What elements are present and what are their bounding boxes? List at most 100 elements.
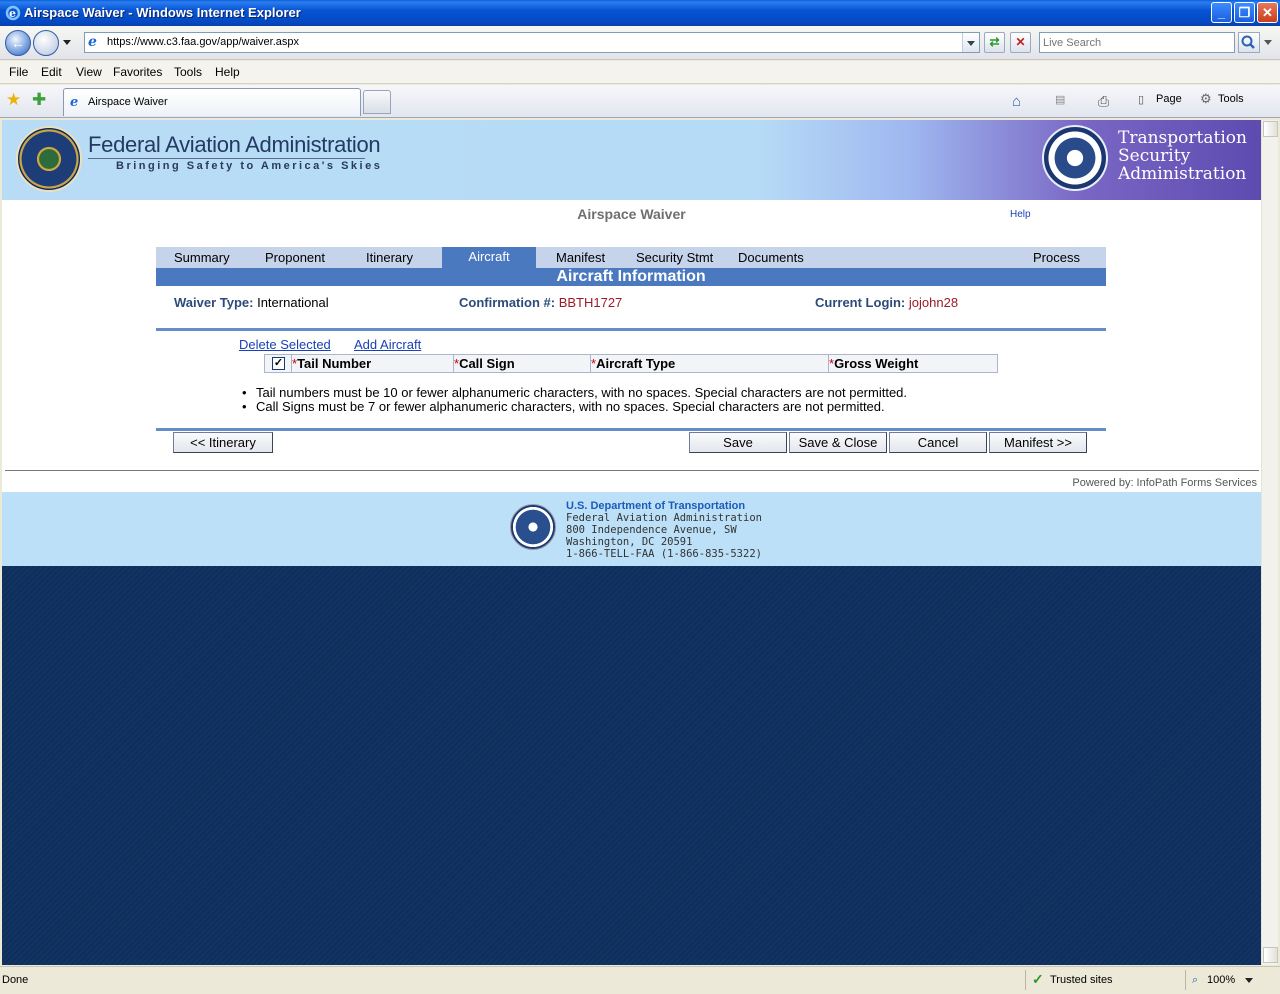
form-tab-strip: Summary Proponent Itinerary Aircraft Man…: [156, 247, 1106, 268]
waiver-type-value: International: [257, 295, 329, 310]
menu-view[interactable]: View: [76, 65, 102, 79]
search-button[interactable]: [1238, 32, 1260, 53]
dot-line-2: 800 Independence Avenue, SW: [566, 524, 737, 536]
header-banner: Federal Aviation Administration Bringing…: [2, 120, 1261, 200]
divider-top: [156, 328, 1106, 331]
search-input[interactable]: [1040, 33, 1234, 52]
tab-proponent[interactable]: Proponent: [265, 250, 325, 265]
maximize-button[interactable]: ❐: [1234, 2, 1255, 23]
url-dropdown-icon[interactable]: [962, 33, 979, 52]
ie-app-icon: e: [5, 5, 21, 21]
prev-itinerary-button[interactable]: << Itinerary: [173, 432, 273, 453]
faa-name: Federal Aviation Administration: [88, 132, 381, 157]
add-favorite-icon[interactable]: ✚: [32, 90, 46, 110]
status-divider: [1025, 970, 1026, 990]
select-all-cell: ✓: [265, 355, 292, 372]
tab-documents[interactable]: Documents: [738, 250, 804, 265]
address-bar[interactable]: e https://www.c3.faa.gov/app/waiver.aspx: [84, 32, 980, 53]
save-button[interactable]: Save: [689, 432, 787, 453]
menu-bar: File Edit View Favorites Tools Help: [0, 61, 1280, 84]
print-icon[interactable]: ⎙: [1098, 93, 1109, 110]
page-icon: e: [88, 34, 97, 50]
tab-process[interactable]: Process: [1033, 250, 1080, 265]
dot-org-link[interactable]: U.S. Department of Transportation: [566, 500, 762, 512]
tab-aircraft[interactable]: Aircraft: [442, 247, 536, 268]
tsa-name: Transportation Security Administration: [1118, 129, 1247, 183]
tab-itinerary[interactable]: Itinerary: [366, 250, 413, 265]
next-manifest-button[interactable]: Manifest >>: [989, 432, 1087, 453]
scroll-down-arrow[interactable]: [1263, 947, 1278, 963]
search-icon: [1241, 35, 1255, 49]
url-text[interactable]: https://www.c3.faa.gov/app/waiver.aspx: [107, 36, 299, 48]
menu-tools[interactable]: Tools: [174, 65, 202, 79]
dot-address: U.S. Department of Transportation Federa…: [566, 500, 762, 560]
window-title-bar[interactable]: e Airspace Waiver - Windows Internet Exp…: [0, 0, 1280, 26]
tab-manifest[interactable]: Manifest: [556, 250, 605, 265]
confirmation-value: BBTH1727: [558, 295, 623, 310]
column-call-sign: *Call Sign: [454, 355, 591, 372]
validation-notes: Tail numbers must be 10 or fewer alphanu…: [242, 386, 907, 415]
page-icon-cmd: ▯: [1138, 94, 1145, 106]
stop-button[interactable]: ✕: [1010, 32, 1031, 53]
search-field[interactable]: [1039, 32, 1235, 53]
waiver-type-label: Waiver Type:: [174, 295, 254, 310]
favorites-star-icon[interactable]: ★: [6, 90, 21, 110]
minimize-button[interactable]: _: [1211, 2, 1232, 23]
zoom-level[interactable]: 100%: [1207, 974, 1235, 986]
back-button[interactable]: ←: [5, 30, 31, 56]
save-close-button[interactable]: Save & Close: [789, 432, 887, 453]
new-tab-button[interactable]: [363, 90, 391, 114]
history-dropdown-icon[interactable]: [63, 40, 71, 45]
note-tail-number: Tail numbers must be 10 or fewer alphanu…: [242, 386, 907, 401]
tsa-line-1: Transportation: [1118, 128, 1247, 148]
tab-summary[interactable]: Summary: [174, 250, 230, 265]
column-tail-number: *Tail Number: [292, 355, 454, 372]
dot-line-1: Federal Aviation Administration: [566, 512, 762, 524]
cancel-button[interactable]: Cancel: [889, 432, 987, 453]
help-link[interactable]: Help: [1010, 209, 1031, 220]
zoom-dropdown-icon[interactable]: [1245, 978, 1253, 983]
faa-tagline: Bringing Safety to America's Skies: [116, 160, 383, 172]
close-window-button[interactable]: ✕: [1257, 2, 1278, 23]
tab-title: Airspace Waiver: [88, 96, 168, 108]
forward-button[interactable]: →: [33, 30, 59, 56]
browser-tab[interactable]: e Airspace Waiver: [63, 88, 361, 116]
refresh-button[interactable]: ⇄: [984, 32, 1005, 53]
home-icon[interactable]: ⌂: [1012, 93, 1021, 110]
page-menu[interactable]: Page: [1156, 93, 1182, 105]
menu-favorites[interactable]: Favorites: [113, 65, 162, 79]
confirmation: Confirmation #: BBTH1727: [459, 295, 622, 310]
menu-help[interactable]: Help: [215, 65, 240, 79]
delete-selected-link[interactable]: Delete Selected: [239, 337, 331, 352]
section-title: Aircraft Information: [156, 268, 1106, 286]
menu-file[interactable]: File: [9, 65, 28, 79]
tools-menu[interactable]: Tools: [1218, 93, 1244, 105]
vertical-scrollbar[interactable]: [1261, 120, 1278, 965]
column-gross-weight: *Gross Weight: [829, 356, 919, 371]
login-value: jojohn28: [908, 295, 959, 310]
confirmation-label: Confirmation #:: [459, 295, 556, 310]
form-title: Airspace Waiver: [577, 206, 686, 222]
status-divider: [1185, 970, 1186, 990]
trusted-check-icon: ✓: [1032, 971, 1044, 987]
zoom-icon: ⌕: [1192, 974, 1199, 986]
search-options-icon[interactable]: [1264, 40, 1272, 45]
dot-line-3: Washington, DC 20591: [566, 536, 693, 548]
tsa-line-2: Security: [1118, 146, 1191, 166]
select-all-checkbox[interactable]: ✓: [272, 357, 285, 370]
security-zone: Trusted sites: [1050, 974, 1113, 986]
feeds-icon[interactable]: ▤: [1055, 93, 1065, 106]
tsa-line-3: Administration: [1118, 164, 1247, 184]
waiver-type: Waiver Type: International: [174, 295, 329, 310]
tools-gear-icon: ⚙: [1200, 91, 1212, 106]
page-viewport: Federal Aviation Administration Bringing…: [2, 120, 1261, 965]
scroll-up-arrow[interactable]: [1263, 121, 1278, 137]
tab-security-stmt[interactable]: Security Stmt: [636, 250, 713, 265]
menu-edit[interactable]: Edit: [41, 65, 62, 79]
status-text: Done: [2, 974, 29, 986]
current-login: Current Login: jojohn28: [815, 295, 958, 310]
tab-page-icon: e: [70, 95, 79, 110]
dhs-seal-logo: [1042, 125, 1108, 191]
faa-divider: [88, 158, 365, 159]
add-aircraft-link[interactable]: Add Aircraft: [354, 337, 421, 352]
